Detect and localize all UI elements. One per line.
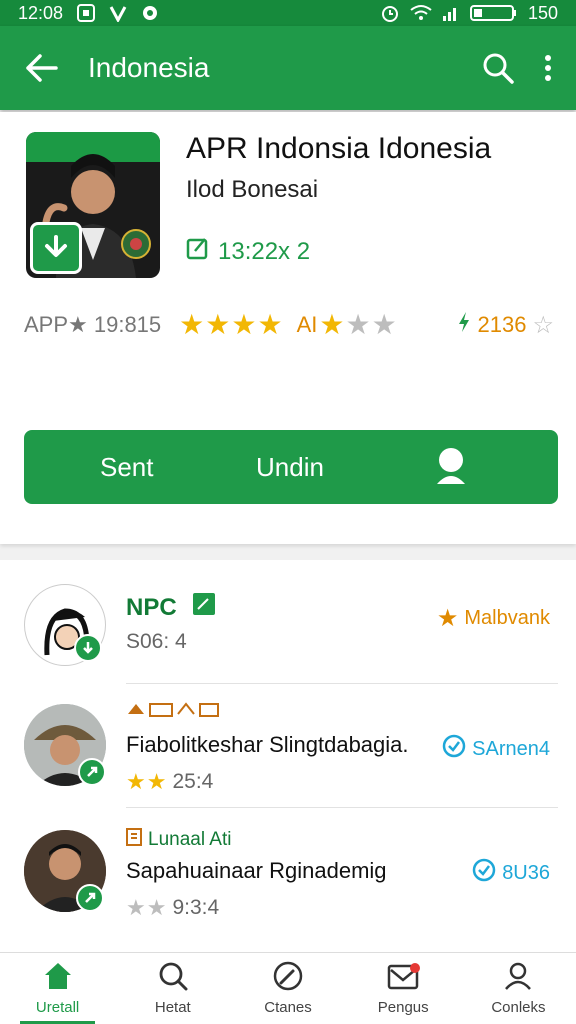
app-rating-label: APP★ 19:815 [24, 312, 162, 337]
nav-item-explore[interactable]: Ctanes [230, 953, 345, 1024]
category-icons [126, 700, 222, 724]
wifi-icon [410, 4, 432, 22]
star-icon: ★ [205, 309, 231, 340]
alarm-icon [380, 3, 400, 23]
nav-label: Conleks [491, 999, 546, 1016]
item-tag [126, 700, 222, 724]
score-info: 2136 ☆ [456, 311, 554, 340]
star-icon: ★ [257, 309, 283, 340]
app-details-card: APR Indonsia Idonesia Ilod Bonesai 13:22… [0, 112, 576, 544]
signal-icon [442, 4, 460, 22]
star-icon: ★ [319, 309, 345, 340]
nav-item-search[interactable]: Hetat [115, 953, 230, 1024]
app-list-card: NPC S06: 4 ★ Malbvank Fiabolitkeshar Sli… [0, 560, 576, 952]
notification-dot [409, 963, 420, 973]
star-icon: ★ [126, 895, 146, 920]
undin-label: Undin [256, 451, 324, 482]
nav-label: Ctanes [264, 999, 312, 1016]
nav-item-messages[interactable]: Pengus [346, 953, 461, 1024]
bottom-navigation: Uretall Hetat Ctanes Pengus Conleks [0, 952, 576, 1024]
document-icon [126, 828, 142, 852]
item-stars: ★ ★ [126, 771, 166, 793]
item-title: NPC [126, 594, 177, 621]
secondary-rating-stars: ★ ★ ★ [319, 311, 396, 339]
item-meta: ★ ★ 25:4 [126, 770, 213, 794]
install-badge-icon [76, 884, 104, 912]
item-badge: ★ Malbvank [437, 604, 550, 633]
item-badge: SArnen4 [442, 734, 550, 764]
profile-icon[interactable] [434, 446, 468, 493]
search-icon [158, 961, 188, 995]
home-icon [43, 961, 73, 995]
battery-icon [469, 4, 518, 22]
app-title: APR Indonsia Idonesia [186, 132, 492, 165]
notification-icon [77, 4, 96, 22]
item-meta: S06: 4 [126, 630, 187, 653]
ai-label: AI [296, 312, 318, 337]
list-item[interactable]: Lunaal Ati Sapahuainaar Rginademig ★ ★ 9:… [0, 808, 576, 932]
nav-label: Pengus [377, 999, 429, 1016]
primary-action-button[interactable]: Sent Undin [24, 430, 558, 504]
item-badge-text: Malbvank [464, 607, 550, 629]
back-arrow-icon[interactable] [24, 53, 58, 83]
app-notification-icon [109, 4, 127, 22]
item-badge-text: 8U36 [502, 861, 550, 884]
list-item[interactable]: Fiabolitkeshar Slingtdabagia. ★ ★ 25:4 SA… [0, 684, 576, 808]
item-title: Sapahuainaar Rginademig [126, 858, 387, 883]
install-badge-icon [74, 634, 102, 662]
status-bar: 12:08 150 [0, 0, 576, 26]
install-badge-icon [78, 758, 106, 786]
item-tag-text: Lunaal Ati [148, 829, 232, 850]
clock-icon [442, 734, 466, 764]
edit-icon [192, 592, 216, 621]
list-item[interactable]: NPC S06: 4 ★ Malbvank [0, 560, 576, 684]
settings-notification-icon [141, 4, 159, 22]
score-suffix: ☆ [532, 311, 554, 339]
battery-level: 150 [527, 2, 558, 23]
nav-label: Hetat [154, 999, 191, 1016]
compass-icon [273, 961, 303, 995]
download-icon[interactable] [30, 222, 82, 274]
item-meta: ★ ★ 9:3:4 [126, 896, 219, 920]
score-value: 2136 [477, 312, 527, 337]
calendar-edit-icon [186, 236, 210, 267]
item-stars: ★ ★ [126, 897, 166, 919]
more-options-icon[interactable] [544, 54, 552, 82]
item-badge-text: SArnen4 [472, 737, 550, 760]
star-icon: ★ [146, 769, 167, 794]
app-icon-image[interactable] [26, 132, 160, 278]
star-icon: ★ [371, 309, 397, 340]
app-date: 13:22x 2 [186, 236, 310, 267]
nav-label: Uretall [35, 999, 80, 1016]
star-icon: ★ [146, 895, 167, 920]
page-title: Indonesia [88, 52, 210, 83]
app-date-text: 13:22x 2 [218, 237, 311, 265]
app-bar: Indonesia [0, 26, 576, 110]
search-icon[interactable] [482, 52, 514, 84]
ratings-row: APP★ 19:815 ★ ★ ★ ★ AI ★ ★ ★ 2136 ☆ [24, 310, 554, 340]
status-time: 12:08 [18, 2, 64, 23]
item-tag: Lunaal Ati [126, 828, 231, 852]
flash-icon [456, 311, 472, 339]
star-icon: ★ [179, 309, 205, 340]
app-subtitle: Ilod Bonesai [186, 176, 319, 203]
item-meta-text: 9:3:4 [172, 896, 220, 919]
nav-item-contacts[interactable]: Conleks [461, 953, 576, 1024]
item-title: Fiabolitkeshar Slingtdabagia. [126, 732, 409, 757]
item-badge: 8U36 [472, 858, 550, 888]
star-icon: ★ [436, 605, 459, 632]
rating-stars: ★ ★ ★ ★ [179, 311, 282, 339]
item-meta-text: 25:4 [172, 770, 214, 793]
check-circle-icon [472, 858, 496, 888]
nav-item-install[interactable]: Uretall [0, 953, 115, 1024]
star-icon: ★ [345, 309, 371, 340]
star-icon: ★ [126, 769, 146, 794]
person-icon [503, 961, 533, 995]
send-label: Sent [100, 451, 154, 482]
star-icon: ★ [231, 309, 257, 340]
